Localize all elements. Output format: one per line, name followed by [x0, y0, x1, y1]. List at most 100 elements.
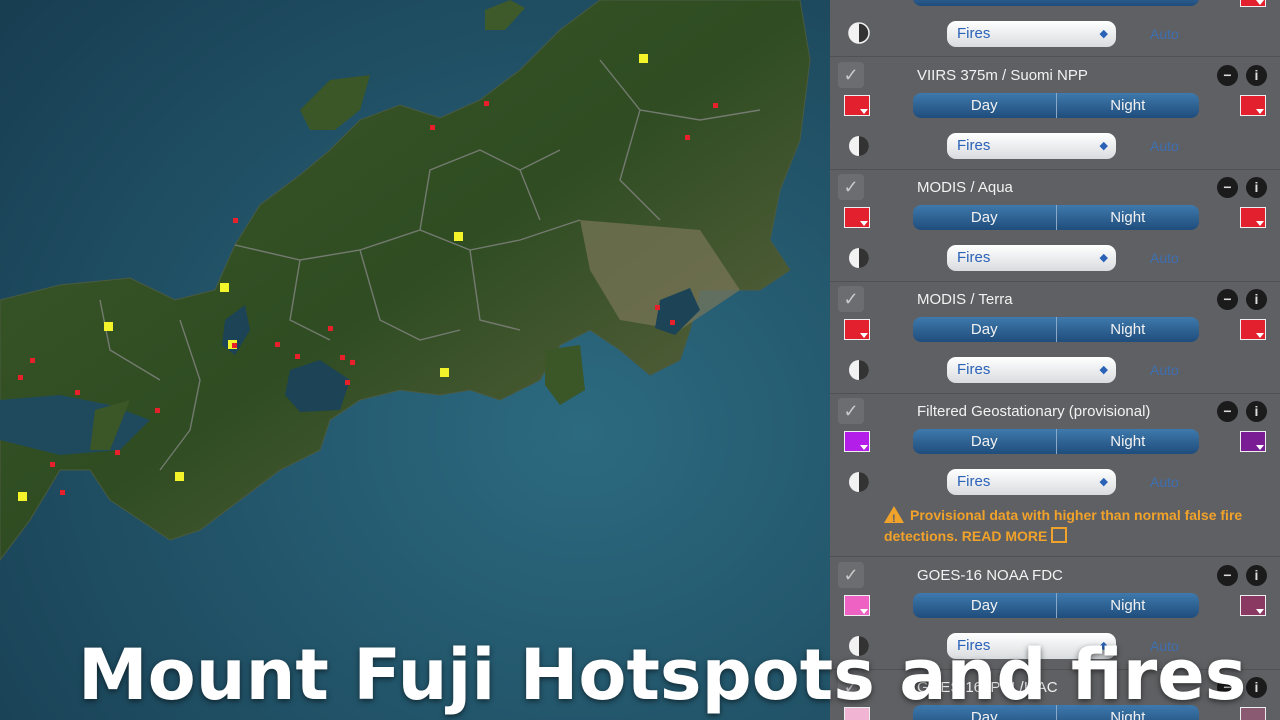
day-button[interactable]: Day [913, 317, 1056, 342]
hotspot-marker[interactable] [220, 283, 229, 292]
info-icon[interactable]: i [1246, 401, 1267, 422]
hotspot-marker[interactable] [175, 472, 184, 481]
minus-circle-icon[interactable]: − [1217, 401, 1238, 422]
night-color-swatch[interactable] [1240, 207, 1266, 228]
info-icon[interactable]: i [1246, 65, 1267, 86]
layer-style-select[interactable]: Fires ◆ [947, 245, 1116, 271]
night-button[interactable]: Night [1057, 429, 1200, 454]
checkmark-icon[interactable]: ✓ [838, 286, 864, 312]
hotspot-marker[interactable] [639, 54, 648, 63]
fire-marker[interactable] [484, 101, 489, 106]
auto-link[interactable]: Auto [1150, 362, 1179, 378]
fire-marker[interactable] [350, 360, 355, 365]
fire-marker[interactable] [115, 450, 120, 455]
fire-marker[interactable] [18, 375, 23, 380]
auto-link[interactable]: Auto [1150, 474, 1179, 490]
checkmark-icon[interactable]: ✓ [838, 174, 864, 200]
checkmark-icon[interactable]: ✓ [838, 62, 864, 88]
day-button[interactable]: Day [913, 429, 1056, 454]
fire-marker[interactable] [328, 326, 333, 331]
auto-link[interactable]: Auto [1150, 138, 1179, 154]
night-color-swatch[interactable] [1240, 95, 1266, 116]
minus-circle-icon[interactable]: − [1217, 65, 1238, 86]
minus-circle-icon[interactable]: − [1217, 289, 1238, 310]
night-color-swatch[interactable] [1240, 319, 1266, 340]
night-color-swatch[interactable] [1240, 0, 1266, 7]
checkmark-icon[interactable]: ✓ [838, 398, 864, 424]
day-button[interactable]: Day [913, 593, 1056, 618]
minus-circle-icon[interactable]: − [1217, 565, 1238, 586]
info-icon[interactable]: i [1246, 677, 1267, 698]
fire-marker[interactable] [275, 342, 280, 347]
day-color-swatch[interactable] [844, 431, 870, 452]
day-color-swatch[interactable] [844, 207, 870, 228]
fire-marker[interactable] [155, 408, 160, 413]
fire-marker[interactable] [75, 390, 80, 395]
contrast-icon[interactable] [847, 246, 871, 270]
select-arrows-icon: ◆ [1099, 140, 1108, 152]
provisional-warning: ! Provisional data with higher than norma… [884, 505, 1276, 547]
fire-marker[interactable] [430, 125, 435, 130]
info-icon[interactable]: i [1246, 289, 1267, 310]
night-button[interactable]: Night [1057, 593, 1200, 618]
info-icon[interactable]: i [1246, 565, 1267, 586]
fire-marker[interactable] [685, 135, 690, 140]
day-night-toggle: Day Night [913, 93, 1199, 118]
day-color-swatch[interactable] [844, 95, 870, 116]
select-arrows-icon: ◆ [1099, 364, 1108, 376]
layer-panel: Fires ◆ Auto ✓ VIIRS 375m / Suomi NPP − i… [830, 0, 1280, 720]
fire-marker[interactable] [713, 103, 718, 108]
fire-marker[interactable] [345, 380, 350, 385]
fire-marker[interactable] [60, 490, 65, 495]
night-color-swatch[interactable] [1240, 595, 1266, 616]
day-night-toggle [913, 0, 1199, 6]
day-night-toggle: Day Night [913, 205, 1199, 230]
night-button[interactable]: Night [1057, 93, 1200, 118]
contrast-icon[interactable] [847, 21, 871, 45]
contrast-icon[interactable] [847, 134, 871, 158]
layer-name: Filtered Geostationary (provisional) [917, 403, 1151, 420]
satellite-map[interactable] [0, 0, 830, 720]
layer-style-select[interactable]: Fires ◆ [947, 357, 1116, 383]
layer-name: MODIS / Aqua [917, 179, 1013, 196]
night-color-swatch[interactable] [1240, 431, 1266, 452]
fire-marker[interactable] [670, 320, 675, 325]
contrast-icon[interactable] [847, 470, 871, 494]
select-arrows-icon: ◆ [1099, 252, 1108, 264]
hotspot-marker[interactable] [18, 492, 27, 501]
day-color-swatch[interactable] [844, 595, 870, 616]
layer-style-select[interactable]: Fires ◆ [947, 21, 1116, 47]
video-caption: Mount Fuji Hotspots and fires [78, 634, 1247, 716]
night-button[interactable]: Night [1057, 317, 1200, 342]
layer-style-select[interactable]: Fires ◆ [947, 133, 1116, 159]
external-link-icon[interactable] [1051, 527, 1068, 543]
hotspot-marker[interactable] [440, 368, 449, 377]
fire-marker[interactable] [295, 354, 300, 359]
checkmark-icon[interactable]: ✓ [838, 562, 864, 588]
layer-name: MODIS / Terra [917, 291, 1013, 308]
day-button[interactable]: Day [913, 93, 1056, 118]
info-icon[interactable]: i [1246, 177, 1267, 198]
day-night-toggle: Day Night [913, 593, 1199, 618]
layer-style-select[interactable]: Fires ◆ [947, 469, 1116, 495]
contrast-icon[interactable] [847, 358, 871, 382]
night-button[interactable]: Night [1057, 205, 1200, 230]
read-more-link[interactable]: READ MORE [962, 528, 1048, 544]
day-night-toggle: Day Night [913, 429, 1199, 454]
fire-marker[interactable] [340, 355, 345, 360]
select-arrows-icon: ◆ [1099, 476, 1108, 488]
fire-marker[interactable] [232, 343, 237, 348]
hotspot-marker[interactable] [454, 232, 463, 241]
layer-name: VIIRS 375m / Suomi NPP [917, 67, 1088, 84]
minus-circle-icon[interactable]: − [1217, 177, 1238, 198]
hotspot-marker[interactable] [104, 322, 113, 331]
fire-marker[interactable] [655, 305, 660, 310]
auto-link[interactable]: Auto [1150, 26, 1179, 42]
fire-marker[interactable] [233, 218, 238, 223]
fire-marker[interactable] [30, 358, 35, 363]
day-night-toggle: Day Night [913, 317, 1199, 342]
day-color-swatch[interactable] [844, 319, 870, 340]
day-button[interactable]: Day [913, 205, 1056, 230]
auto-link[interactable]: Auto [1150, 250, 1179, 266]
fire-marker[interactable] [50, 462, 55, 467]
